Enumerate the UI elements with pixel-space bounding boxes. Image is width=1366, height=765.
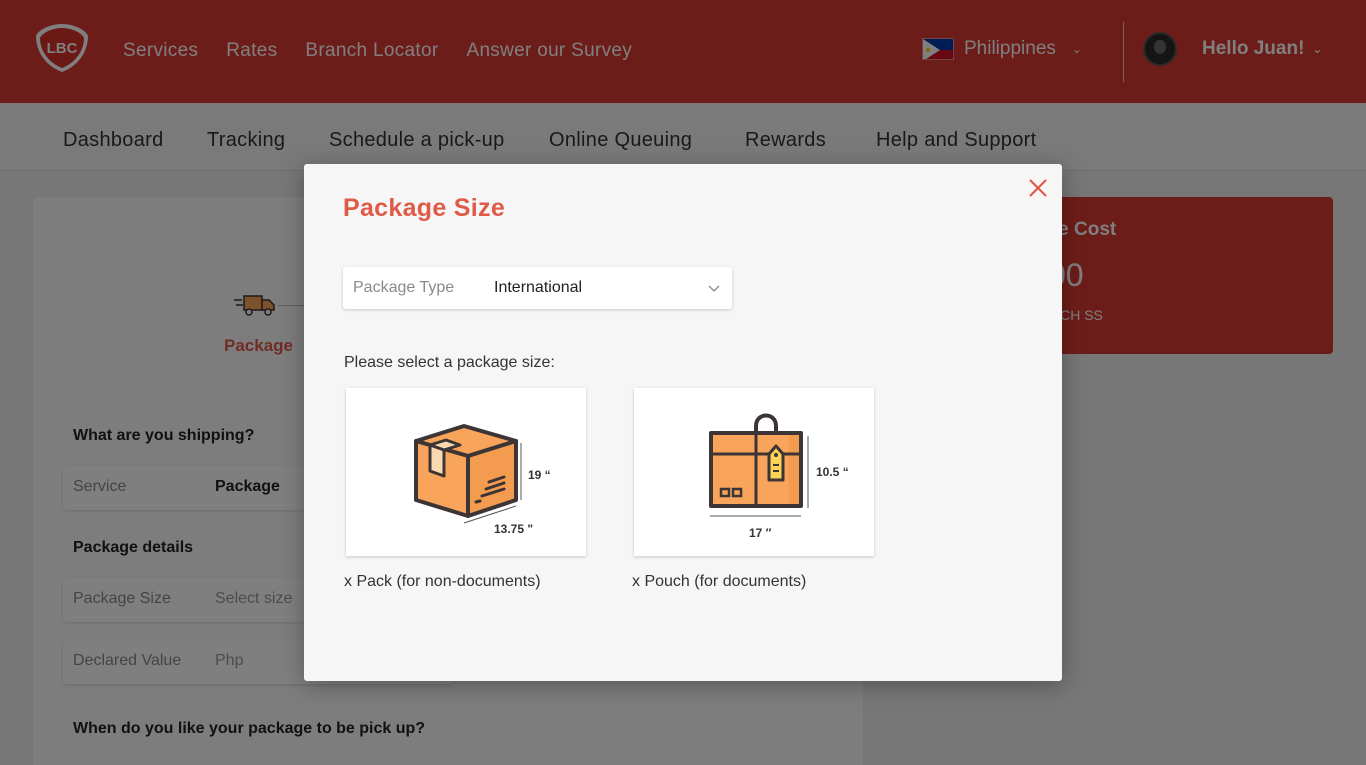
box-icon: 19 “ 13.75 "	[414, 424, 551, 536]
pouch-height-label: 10.5 “	[816, 465, 849, 479]
chevron-down-icon	[708, 285, 720, 292]
pack-height-label: 19 “	[528, 468, 551, 482]
size-prompt: Please select a package size:	[344, 354, 555, 371]
package-type-select[interactable]: Package Type International	[343, 267, 732, 309]
pack-option-card[interactable]: 19 “ 13.75 "	[346, 388, 586, 556]
pouch-option-card[interactable]: 10.5 “ 17 ″	[634, 388, 874, 556]
pack-caption: x Pack (for non-documents)	[344, 573, 541, 590]
package-type-label: Package Type	[353, 279, 455, 296]
package-size-modal: Package Size Package Type International …	[304, 164, 1062, 681]
pouch-icon: 10.5 “ 17 ″	[709, 413, 849, 540]
pouch-caption: x Pouch (for documents)	[632, 573, 807, 590]
pack-width-label: 13.75 "	[494, 522, 533, 536]
close-icon[interactable]	[1026, 176, 1050, 200]
package-type-value: International	[494, 279, 583, 296]
modal-title: Package Size	[343, 194, 506, 222]
pouch-width-label: 17 ″	[749, 526, 772, 540]
